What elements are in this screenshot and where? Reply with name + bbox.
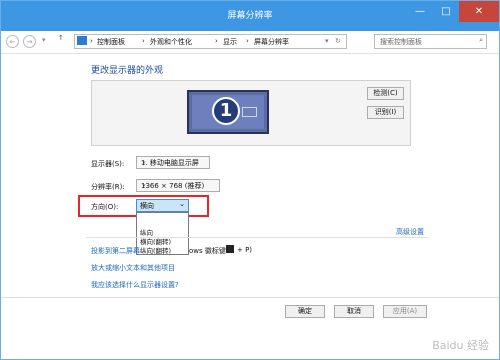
close-button[interactable]: ✕ — [459, 1, 499, 22]
chevron-down-icon: ⌄ — [141, 180, 147, 188]
orientation-dropdown-list: 纵向 横向(翻转) 纵向(翻转) — [136, 212, 189, 255]
breadcrumb-separator: › — [215, 37, 218, 45]
windows-logo-icon — [226, 245, 234, 253]
advanced-settings-link[interactable]: 高级设置 — [396, 227, 424, 237]
search-input[interactable]: 搜索控制面板 ⌕ — [374, 34, 487, 49]
monitor-number-badge: 1 — [212, 97, 240, 125]
watermark: Baidu 经验 — [432, 339, 489, 352]
project-link[interactable]: 投影到第二屏幕 — [91, 246, 140, 256]
chevron-down-icon: ⌄ — [179, 200, 185, 208]
orientation-select[interactable]: 横向 ⌄ — [136, 199, 189, 212]
resolution-select[interactable]: 1366 × 768 (推荐) ⌄ — [136, 179, 220, 192]
title-bar: 屏幕分辨率 — □ ✕ — [1, 1, 499, 31]
which-settings-link[interactable]: 我应该选择什么显示器设置? — [91, 280, 179, 290]
search-placeholder: 搜索控制面板 — [380, 38, 422, 46]
resolution-label: 分辨率(R): — [91, 183, 125, 191]
orientation-select-value: 横向 — [140, 202, 154, 210]
address-dropdown-icon[interactable]: ▾ — [325, 37, 329, 45]
maximize-button[interactable]: □ — [433, 1, 459, 22]
window-glyph-icon — [242, 107, 257, 117]
address-bar[interactable]: › 控制面板 › 外观和个性化 › 显示 › 屏幕分辨率 ▾ ↻ — [74, 34, 347, 49]
cancel-button[interactable]: 取消 — [334, 305, 374, 318]
page-title: 更改显示器的外观 — [91, 66, 164, 76]
forward-icon[interactable]: → — [23, 35, 36, 48]
display-label: 显示器(S): — [91, 160, 125, 168]
breadcrumb-appearance[interactable]: 外观和个性化 — [150, 37, 192, 47]
back-icon[interactable]: ← — [6, 35, 19, 48]
chevron-down-icon: ⌄ — [141, 157, 147, 165]
navigation-bar: ← → ▾ ↑ › 控制面板 › 外观和个性化 › 显示 › 屏幕分辨率 ▾ ↻… — [1, 31, 499, 54]
text-size-link[interactable]: 放大或缩小文本和其他项目 — [91, 263, 175, 273]
identify-button[interactable]: 识别(I) — [367, 106, 404, 119]
breadcrumb-separator: › — [142, 37, 145, 45]
detect-button[interactable]: 检测(C) — [367, 87, 404, 100]
display-select[interactable]: 1. 移动电脑显示屏 ⌄ — [136, 156, 210, 169]
footer-divider — [1, 297, 499, 298]
orientation-option-portrait-flipped[interactable]: 纵向(翻转) — [140, 245, 171, 255]
refresh-icon[interactable]: ↻ — [335, 37, 341, 45]
project-hint-key: + P) — [237, 246, 253, 254]
minimize-button[interactable]: — — [407, 1, 433, 22]
orientation-label: 方向(O): — [91, 203, 119, 211]
up-icon[interactable]: ↑ — [58, 34, 64, 42]
breadcrumb-control-panel[interactable]: 控制面板 — [97, 37, 125, 47]
apply-button[interactable]: 应用(A) — [383, 305, 427, 318]
breadcrumb-separator: › — [90, 37, 93, 45]
ok-button[interactable]: 确定 — [285, 305, 325, 318]
search-icon[interactable]: ⌕ — [479, 36, 483, 45]
resolution-window: 屏幕分辨率 — □ ✕ ← → ▾ ↑ › 控制面板 › 外观和个性化 › 显示… — [0, 0, 500, 360]
project-hint-text: ows 徽标键 — [189, 247, 226, 255]
history-dropdown-icon[interactable]: ▾ — [42, 36, 46, 44]
breadcrumb-display[interactable]: 显示 — [223, 37, 237, 47]
breadcrumb-resolution[interactable]: 屏幕分辨率 — [254, 37, 289, 47]
control-panel-icon — [77, 36, 87, 45]
divider — [86, 237, 429, 238]
breadcrumb-separator: › — [246, 37, 249, 45]
